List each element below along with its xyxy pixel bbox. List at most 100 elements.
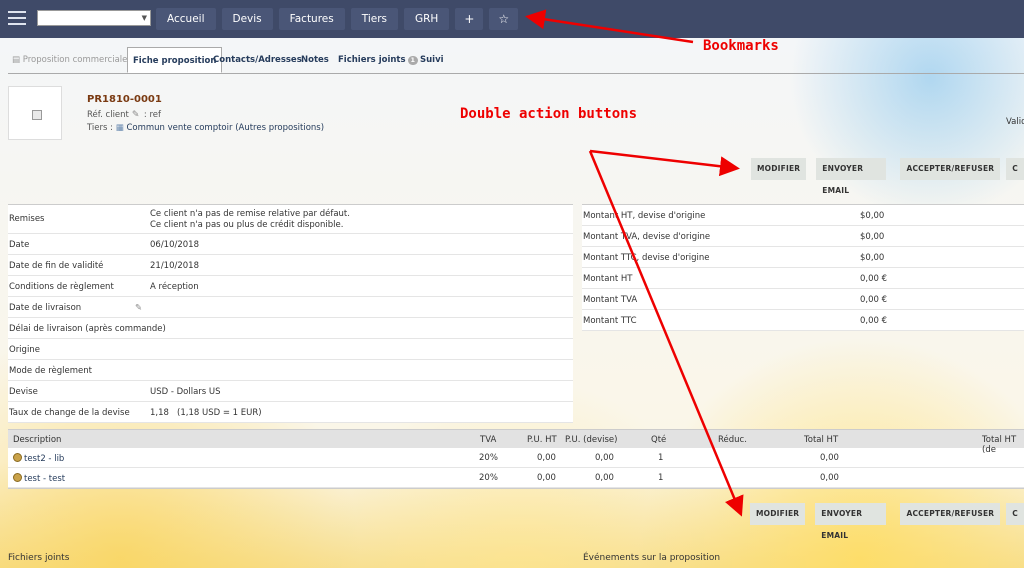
bookmark-star-icon[interactable]: ☆	[489, 8, 519, 30]
total-key: Montant TTC, devise d'origine	[583, 253, 710, 263]
info-table: Remises Ce client n'a pas de remise rela…	[8, 204, 573, 423]
tab-fiche-proposition[interactable]: Fiche proposition	[127, 47, 223, 73]
col-qte: Qté	[651, 435, 667, 445]
totals-row: Montant TVA 0,00 €	[582, 289, 1024, 310]
totals-row: Montant TTC 0,00 €	[582, 310, 1024, 331]
line-pu-devise: 0,00	[595, 453, 614, 463]
top-menu-bar: ▼ Accueil Devis Factures Tiers GRH + ☆	[0, 0, 1024, 38]
tab-contacts[interactable]: Contacts/Adresses	[213, 47, 302, 73]
line-pu-ht: 0,00	[537, 473, 556, 483]
modifier-button[interactable]: MODIFIER	[750, 503, 806, 525]
info-key: Mode de règlement	[9, 366, 92, 376]
totals-row: Montant TVA, devise d'origine $0,00	[582, 226, 1024, 247]
remise-text-2: Ce client n'a pas ou plus de crédit disp…	[150, 220, 344, 230]
more-button[interactable]: C	[1006, 503, 1024, 525]
product-icon	[13, 473, 22, 482]
object-photo	[8, 86, 62, 140]
line-total-ht: 0,00	[820, 453, 839, 463]
info-row-fin-validite: Date de fin de validité 21/10/2018	[8, 255, 573, 276]
menu-grh[interactable]: GRH	[404, 8, 450, 30]
edit-pencil-icon[interactable]: ✎	[132, 110, 141, 120]
info-key: Remises	[9, 214, 45, 224]
info-value: USD - Dollars US	[150, 387, 221, 397]
main-menu: Accueil Devis Factures Tiers GRH + ☆	[156, 8, 519, 30]
total-value: 0,00 €	[860, 274, 888, 284]
remise-text-1: Ce client n'a pas de remise relative par…	[150, 209, 350, 219]
total-key: Montant HT, devise d'origine	[583, 211, 706, 221]
info-row-mode: Mode de règlement	[8, 360, 573, 381]
info-value: Ce client n'a pas de remise relative par…	[150, 209, 350, 231]
col-reduc: Réduc.	[718, 435, 747, 445]
line-pu-ht: 0,00	[537, 453, 556, 463]
quick-search-select[interactable]: ▼	[37, 10, 151, 26]
line-qte: 1	[658, 453, 664, 463]
menu-factures[interactable]: Factures	[278, 8, 345, 30]
info-row-devise: Devise USD - Dollars US	[8, 381, 573, 402]
line-qte: 1	[658, 473, 664, 483]
totals-row: Montant TTC, devise d'origine $0,00	[582, 247, 1024, 268]
total-key: Montant TTC	[583, 316, 637, 326]
col-pu-devise: P.U. (devise)	[565, 435, 618, 445]
info-key: Date	[9, 240, 30, 250]
envoyer-email-button[interactable]: ENVOYER EMAIL	[815, 503, 887, 540]
total-key: Montant HT	[583, 274, 633, 284]
accepter-refuser-button[interactable]: ACCEPTER/REFUSER	[900, 503, 1001, 525]
info-row-origine: Origine	[8, 339, 573, 360]
line-description: test2 - lib	[13, 453, 64, 464]
hamburger-menu-icon[interactable]	[8, 11, 26, 25]
info-key: Origine	[9, 345, 40, 355]
totals-row: Montant HT, devise d'origine $0,00	[582, 205, 1024, 226]
broken-image-icon	[32, 110, 42, 120]
add-icon[interactable]: +	[455, 8, 484, 30]
status-badge: Valid	[1006, 117, 1024, 127]
total-value: 0,00 €	[860, 316, 888, 326]
tab-proposition-commerciale[interactable]: ▤ Proposition commerciale	[12, 47, 127, 73]
info-value: 06/10/2018	[150, 240, 199, 250]
action-buttons-bottom: MODIFIER ENVOYER EMAIL ACCEPTER/REFUSER …	[750, 503, 1024, 540]
tiers-link[interactable]: Commun vente comptoir	[126, 123, 232, 133]
col-total-ht: Total HT	[804, 435, 839, 445]
line-pu-devise: 0,00	[595, 473, 614, 483]
tab-fichiers-joints[interactable]: Fichiers joints 1	[338, 47, 419, 73]
info-row-taux: Taux de change de la devise 1,18 (1,18 US…	[8, 402, 573, 423]
section-evenements: Événements sur la proposition	[583, 553, 721, 563]
tiers-label: Tiers :	[87, 123, 114, 133]
company-icon: ▦	[115, 123, 124, 133]
envoyer-email-button[interactable]: ENVOYER EMAIL	[816, 158, 887, 195]
tab-label: Proposition commerciale	[22, 55, 128, 65]
info-value: A réception	[150, 282, 199, 292]
line-link[interactable]: test2 - lib	[24, 454, 64, 464]
lines-table: Description TVA P.U. HT P.U. (devise) Qt…	[8, 429, 1024, 489]
document-icon: ▤	[12, 55, 21, 65]
line-total-ht: 0,00	[820, 473, 839, 483]
info-key: Conditions de règlement	[9, 282, 114, 292]
edit-pencil-icon[interactable]: ✎	[135, 303, 142, 313]
col-description: Description	[13, 435, 62, 445]
accepter-refuser-button[interactable]: ACCEPTER/REFUSER	[900, 158, 1001, 180]
total-key: Montant TVA, devise d'origine	[583, 232, 711, 242]
other-proposals-link[interactable]: (Autres propositions)	[235, 123, 324, 133]
info-key: Date de fin de validité	[9, 261, 104, 271]
table-row: test - test 20% 0,00 0,00 1 0,00	[8, 468, 1024, 488]
modifier-button[interactable]: MODIFIER	[751, 158, 807, 180]
tab-notes[interactable]: Notes	[301, 47, 329, 73]
info-row-delai: Délai de livraison (après commande)	[8, 318, 573, 339]
section-fichiers-joints: Fichiers joints	[8, 553, 70, 563]
info-key: Taux de change de la devise	[9, 408, 130, 418]
line-link[interactable]: test - test	[24, 474, 65, 484]
annotation-double-action: Double action buttons	[460, 106, 638, 122]
totals-row: Montant HT 0,00 €	[582, 268, 1024, 289]
tab-suivi[interactable]: Suivi	[420, 47, 444, 73]
annotation-bookmarks: Bookmarks	[703, 38, 779, 54]
menu-devis[interactable]: Devis	[221, 8, 273, 30]
info-key: Devise	[9, 387, 38, 397]
menu-accueil[interactable]: Accueil	[156, 8, 216, 30]
chevron-down-icon: ▼	[141, 14, 147, 22]
line-description: test - test	[13, 473, 65, 484]
info-key: Délai de livraison (après commande)	[9, 324, 166, 334]
ref-client-value: : ref	[143, 110, 161, 120]
lines-header: Description TVA P.U. HT P.U. (devise) Qt…	[8, 429, 1024, 455]
total-value: $0,00	[860, 232, 885, 242]
menu-tiers[interactable]: Tiers	[350, 8, 398, 30]
more-button[interactable]: C	[1006, 158, 1024, 180]
